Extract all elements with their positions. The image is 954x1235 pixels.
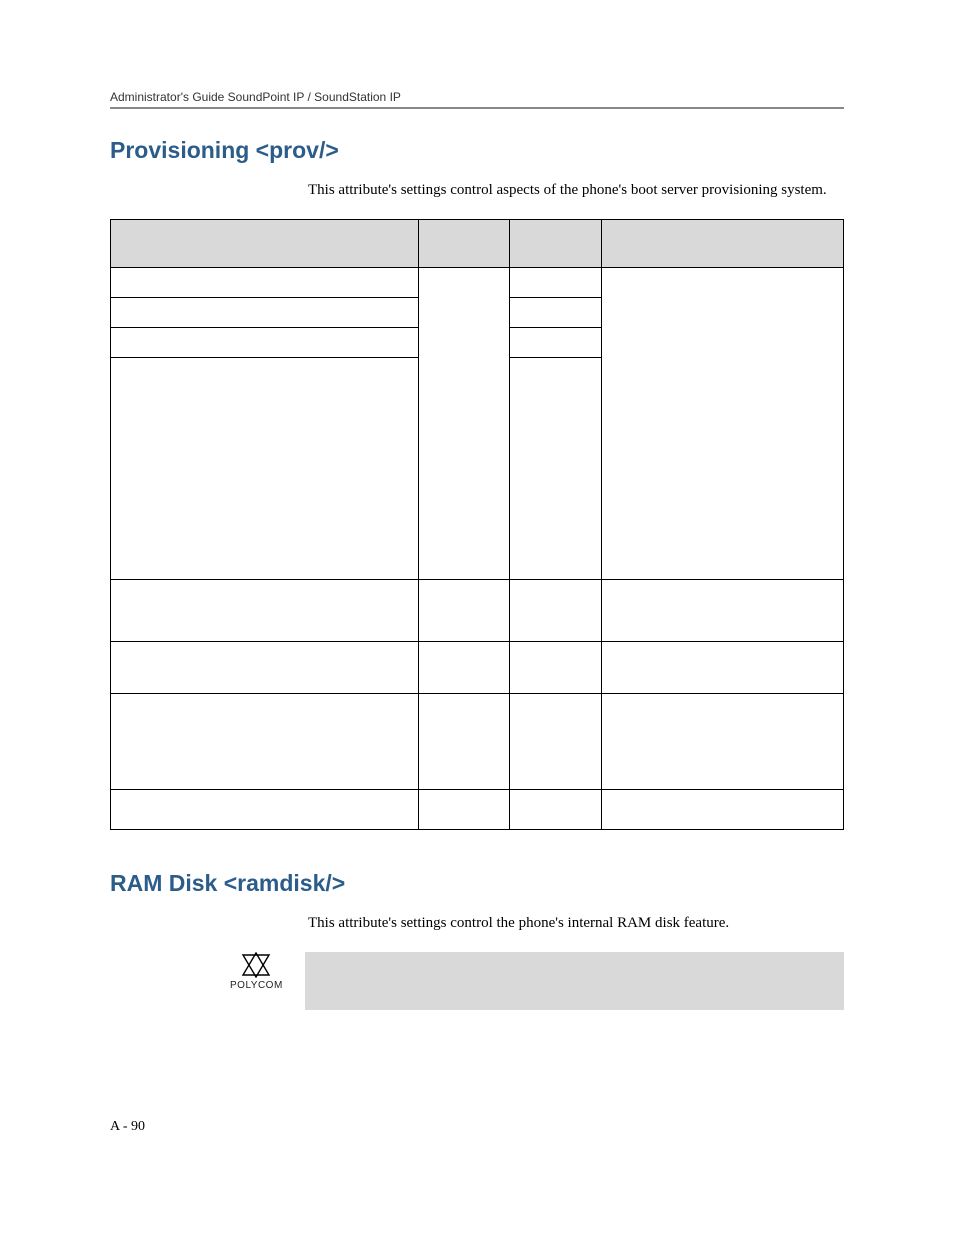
table-cell	[111, 790, 419, 830]
page: Administrator's Guide SoundPoint IP / So…	[0, 0, 954, 1235]
table-cell	[111, 358, 419, 580]
table-cell	[510, 642, 602, 694]
table-cell	[602, 642, 844, 694]
table-cell	[111, 694, 419, 790]
table-row	[111, 694, 844, 790]
table-header-cell	[111, 220, 419, 268]
ramdisk-intro: This attribute's settings control the ph…	[308, 913, 844, 934]
table-cell	[510, 298, 602, 328]
polycom-logo-icon	[241, 952, 271, 978]
table-cell	[510, 790, 602, 830]
table-cell	[418, 790, 510, 830]
table-cell	[602, 580, 844, 642]
polycom-logo-text: POLYCOM	[230, 980, 283, 991]
table-row	[111, 580, 844, 642]
table-cell	[418, 642, 510, 694]
table-cell	[111, 298, 419, 328]
page-number: A - 90	[110, 1119, 145, 1135]
table-cell	[602, 790, 844, 830]
table-header-cell	[602, 220, 844, 268]
note-block: POLYCOM	[230, 952, 844, 1010]
section-heading-ramdisk: RAM Disk <ramdisk/>	[110, 870, 844, 897]
table-cell	[602, 268, 844, 580]
table-cell	[111, 642, 419, 694]
table-cell	[510, 580, 602, 642]
table-cell	[510, 358, 602, 580]
table-header-row	[111, 220, 844, 268]
table-cell	[602, 694, 844, 790]
table-cell	[510, 694, 602, 790]
provisioning-table	[110, 219, 844, 830]
running-header: Administrator's Guide SoundPoint IP / So…	[110, 90, 844, 104]
table-cell	[510, 268, 602, 298]
table-header-cell	[418, 220, 510, 268]
note-box	[305, 952, 844, 1010]
table-cell	[111, 580, 419, 642]
table-row	[111, 268, 844, 298]
table-cell	[510, 328, 602, 358]
section-heading-provisioning: Provisioning <prov/>	[110, 137, 844, 164]
table-cell	[418, 694, 510, 790]
header-rule	[110, 107, 844, 109]
table-cell	[111, 328, 419, 358]
table-row	[111, 642, 844, 694]
provisioning-intro: This attribute's settings control aspect…	[308, 180, 844, 201]
table-cell	[111, 268, 419, 298]
table-cell	[418, 268, 510, 580]
table-header-cell	[510, 220, 602, 268]
polycom-logo: POLYCOM	[230, 952, 283, 991]
table-row	[111, 790, 844, 830]
table-cell	[418, 580, 510, 642]
